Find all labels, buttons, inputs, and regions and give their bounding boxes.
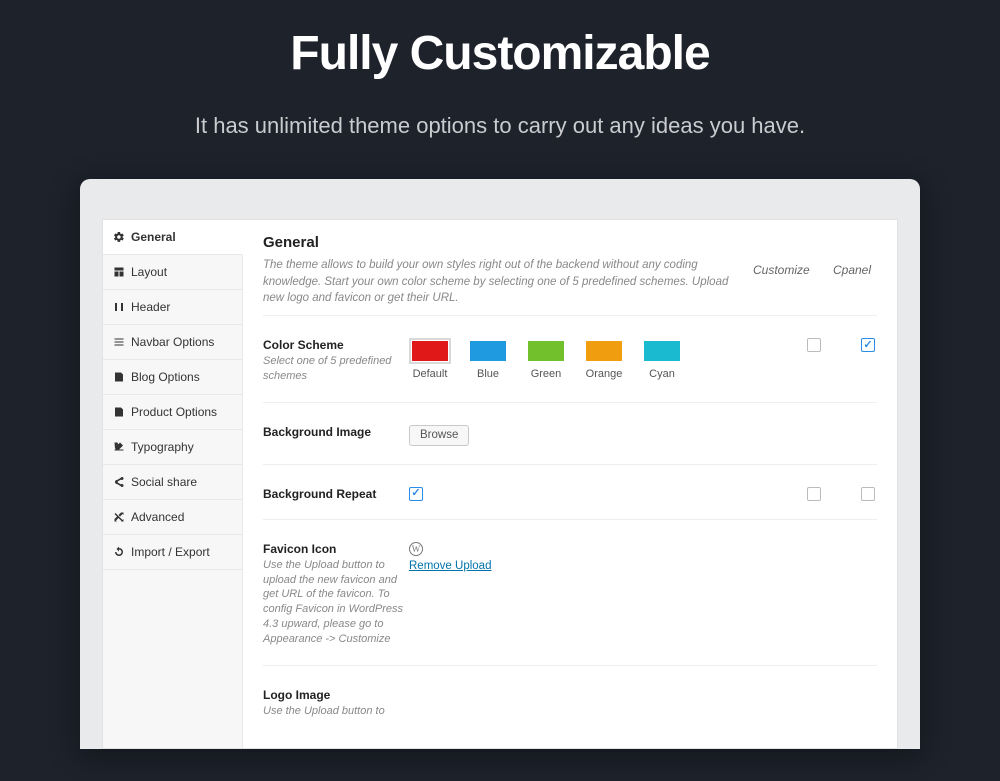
options-panel: General Layout Header Navbar Options Blo… <box>102 219 898 749</box>
share-icon <box>113 476 125 488</box>
sidebar-item-label: Product Options <box>131 405 217 419</box>
favicon-hint: Use the Upload button to upload the new … <box>263 558 409 647</box>
sidebar-item-blog[interactable]: Blog Options <box>103 360 242 395</box>
options-frame: General Layout Header Navbar Options Blo… <box>80 179 920 749</box>
sidebar-item-social[interactable]: Social share <box>103 465 242 500</box>
hero-title: Fully Customizable <box>290 26 709 81</box>
row-logo: Logo Image Use the Upload button to <box>263 670 877 737</box>
sidebar-item-navbar[interactable]: Navbar Options <box>103 325 242 360</box>
swatch-label: Blue <box>477 368 499 380</box>
sidebar-item-label: General <box>131 230 176 244</box>
gear-icon <box>113 231 125 243</box>
swatch-label: Orange <box>586 368 623 380</box>
sidebar: General Layout Header Navbar Options Blo… <box>103 220 243 748</box>
section-heading: General <box>263 234 877 251</box>
sidebar-item-label: Import / Export <box>131 545 210 559</box>
sidebar-item-product[interactable]: Product Options <box>103 395 242 430</box>
layout-icon <box>113 266 125 278</box>
col-cpanel: Cpanel <box>827 263 877 277</box>
wordpress-icon: W <box>409 542 423 556</box>
menu-icon <box>113 336 125 348</box>
sidebar-item-layout[interactable]: Layout <box>103 255 242 290</box>
hero-subtitle: It has unlimited theme options to carry … <box>195 113 805 139</box>
background-repeat-customize-checkbox[interactable] <box>807 487 821 501</box>
row-background-repeat: Background Repeat <box>263 469 877 520</box>
remove-upload-link[interactable]: Remove Upload <box>409 560 491 572</box>
sidebar-item-label: Layout <box>131 265 167 279</box>
section-description-row: The theme allows to build your own style… <box>263 257 877 316</box>
background-repeat-title: Background Repeat <box>263 487 409 501</box>
color-scheme-title: Color Scheme <box>263 338 409 352</box>
color-scheme-cpanel-checkbox[interactable] <box>861 338 875 352</box>
color-scheme-customize-checkbox[interactable] <box>807 338 821 352</box>
col-customize: Customize <box>753 263 803 277</box>
sidebar-item-label: Blog Options <box>131 370 200 384</box>
blog-icon <box>113 371 125 383</box>
sidebar-item-general[interactable]: General <box>103 220 243 255</box>
column-headers: Customize Cpanel <box>745 257 877 277</box>
swatch-cyan[interactable]: Cyan <box>641 338 683 380</box>
background-repeat-checkbox[interactable] <box>409 487 423 501</box>
background-repeat-cpanel-checkbox[interactable] <box>861 487 875 501</box>
logo-hint: Use the Upload button to <box>263 704 409 719</box>
sidebar-item-label: Typography <box>131 440 194 454</box>
color-swatches: Default Blue Green Orange <box>409 338 683 380</box>
section-description: The theme allows to build your own style… <box>263 257 745 307</box>
sidebar-item-advanced[interactable]: Advanced <box>103 500 242 535</box>
swatch-label: Green <box>531 368 562 380</box>
swatch-blue[interactable]: Blue <box>467 338 509 380</box>
sidebar-item-label: Navbar Options <box>131 335 214 349</box>
shuffle-icon <box>113 511 125 523</box>
sidebar-item-header[interactable]: Header <box>103 290 242 325</box>
logo-title: Logo Image <box>263 688 409 702</box>
row-background-image: Background Image Browse <box>263 407 877 465</box>
typography-icon <box>113 441 125 453</box>
browse-button[interactable]: Browse <box>409 425 469 446</box>
product-icon <box>113 406 125 418</box>
sidebar-item-import-export[interactable]: Import / Export <box>103 535 242 570</box>
swatch-label: Cyan <box>649 368 675 380</box>
sidebar-item-label: Header <box>131 300 170 314</box>
swatch-orange[interactable]: Orange <box>583 338 625 380</box>
refresh-icon <box>113 546 125 558</box>
row-favicon: Favicon Icon Use the Upload button to up… <box>263 524 877 666</box>
sidebar-item-typography[interactable]: Typography <box>103 430 242 465</box>
swatch-default[interactable]: Default <box>409 338 451 380</box>
background-image-title: Background Image <box>263 425 409 439</box>
row-color-scheme: Color Scheme Select one of 5 predefined … <box>263 320 877 403</box>
color-scheme-hint: Select one of 5 predefined schemes <box>263 354 409 384</box>
sidebar-item-label: Social share <box>131 475 197 489</box>
swatch-label: Default <box>413 368 448 380</box>
content-area: General The theme allows to build your o… <box>243 220 897 748</box>
swatch-green[interactable]: Green <box>525 338 567 380</box>
favicon-title: Favicon Icon <box>263 542 409 556</box>
sidebar-item-label: Advanced <box>131 510 184 524</box>
header-icon <box>113 301 125 313</box>
